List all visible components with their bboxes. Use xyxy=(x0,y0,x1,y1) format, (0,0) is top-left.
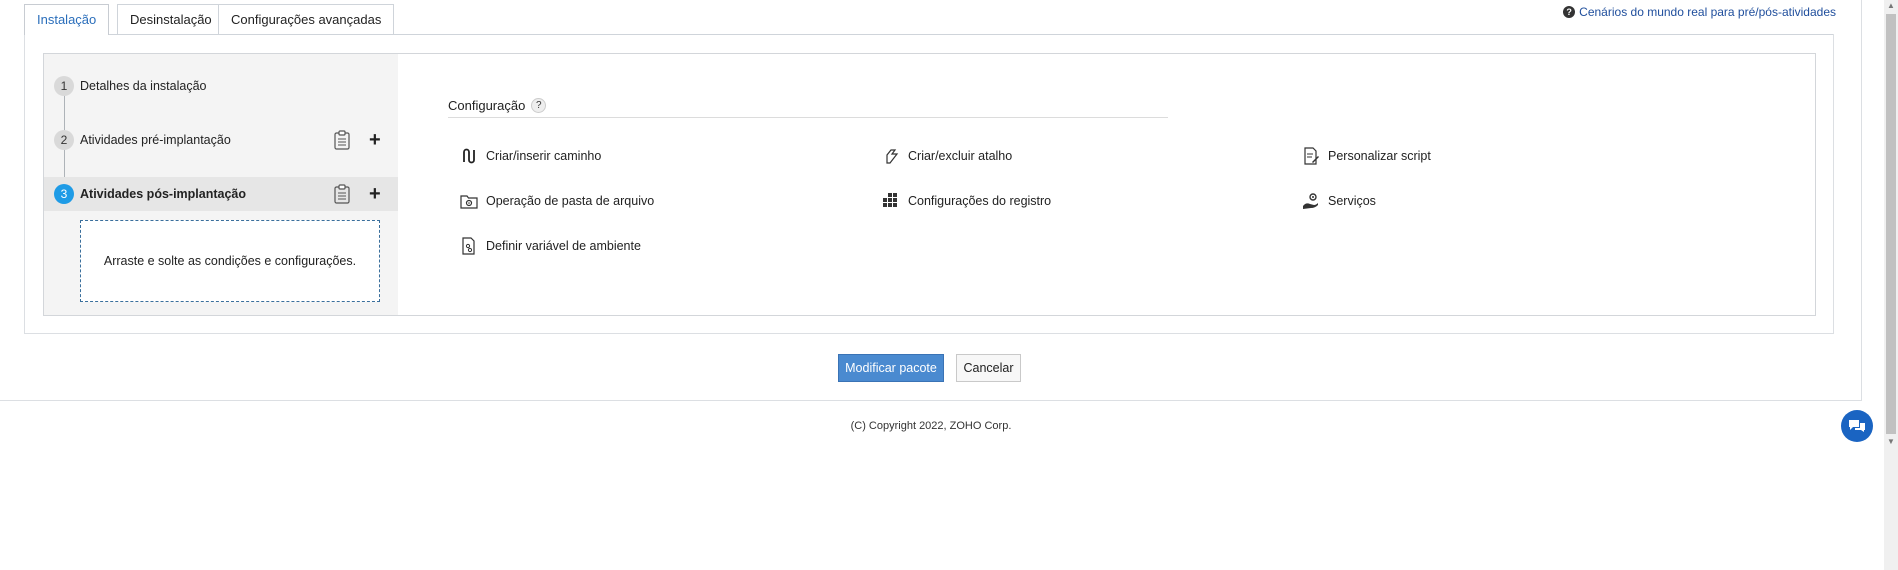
step-number: 3 xyxy=(54,184,74,204)
item-label: Configurações do registro xyxy=(908,194,1052,208)
help-icon[interactable]: ? xyxy=(531,98,547,113)
cancel-button[interactable]: Cancelar xyxy=(956,354,1021,382)
scroll-up-arrow-icon[interactable]: ▲ xyxy=(1884,0,1898,12)
item-label: Criar/excluir atalho xyxy=(908,149,1013,163)
tab-configuracoes-avancadas[interactable]: Configurações avançadas xyxy=(218,4,395,34)
tab-instalacao[interactable]: Instalação xyxy=(24,4,110,35)
registry-settings-item[interactable]: Configurações do registro xyxy=(882,192,1051,210)
drop-zone-text: Arraste e solte as condições e configura… xyxy=(103,254,357,268)
step-label: Atividades pré-implantação xyxy=(80,133,231,147)
scrollbar-thumb[interactable] xyxy=(1886,14,1896,434)
drop-zone[interactable]: Arraste e solte as condições e configura… xyxy=(80,220,380,302)
step-pre-deployment[interactable]: 2 Atividades pré-implantação + xyxy=(44,123,398,157)
footer-divider xyxy=(0,400,1862,401)
modify-package-button[interactable]: Modificar pacote xyxy=(838,354,944,382)
item-label: Criar/inserir caminho xyxy=(486,149,602,163)
real-world-scenarios-link[interactable]: ? Cenários do mundo real para pré/pós-at… xyxy=(1563,5,1836,19)
item-label: Definir variável de ambiente xyxy=(486,239,641,253)
item-label: Serviços xyxy=(1328,194,1376,208)
step-post-deployment[interactable]: 3 Atividades pós-implantação + xyxy=(44,177,398,211)
script-icon xyxy=(1304,147,1319,165)
item-label: Operação de pasta de arquivo xyxy=(486,194,655,208)
path-icon xyxy=(463,148,475,164)
env-variable-icon xyxy=(462,237,475,255)
step-installation-details[interactable]: 1 Detalhes da instalação xyxy=(44,69,398,103)
clipboard-icon[interactable] xyxy=(334,184,350,204)
step-number: 1 xyxy=(54,76,74,96)
step-number: 2 xyxy=(54,130,74,150)
shortcut-icon xyxy=(886,149,899,164)
content-right-border xyxy=(1861,0,1862,401)
create-insert-path-item[interactable]: Criar/inserir caminho xyxy=(460,147,601,165)
add-pre-activity-button[interactable]: + xyxy=(369,130,381,150)
tab-desinstalacao[interactable]: Desinstalação xyxy=(117,4,225,34)
services-item[interactable]: Serviços xyxy=(1302,192,1376,210)
folder-operation-item[interactable]: Operação de pasta de arquivo xyxy=(460,192,654,210)
services-icon xyxy=(1303,193,1318,209)
chat-button[interactable] xyxy=(1841,410,1873,442)
registry-icon xyxy=(883,193,897,207)
folder-gear-icon xyxy=(460,195,478,209)
step-label: Detalhes da instalação xyxy=(80,79,207,93)
configuration-title: Configuração xyxy=(448,98,526,113)
customize-script-item[interactable]: Personalizar script xyxy=(1302,147,1431,165)
configuration-divider xyxy=(448,117,1168,118)
copyright-text: (C) Copyright 2022, ZOHO Corp. xyxy=(850,420,1012,432)
env-variable-item[interactable]: Definir variável de ambiente xyxy=(460,237,641,255)
create-delete-shortcut-item[interactable]: Criar/excluir atalho xyxy=(882,147,1012,165)
scroll-down-arrow-icon[interactable]: ▼ xyxy=(1884,436,1898,448)
help-circle-icon: ? xyxy=(1563,6,1576,18)
clipboard-icon[interactable] xyxy=(334,130,350,150)
configuration-heading: Configuração ? xyxy=(448,98,547,113)
step-label: Atividades pós-implantação xyxy=(80,187,247,201)
chat-icon xyxy=(1849,420,1865,432)
add-post-activity-button[interactable]: + xyxy=(369,184,381,204)
help-link-label: Cenários do mundo real para pré/pós-ativ… xyxy=(1579,5,1836,19)
item-label: Personalizar script xyxy=(1328,149,1431,163)
